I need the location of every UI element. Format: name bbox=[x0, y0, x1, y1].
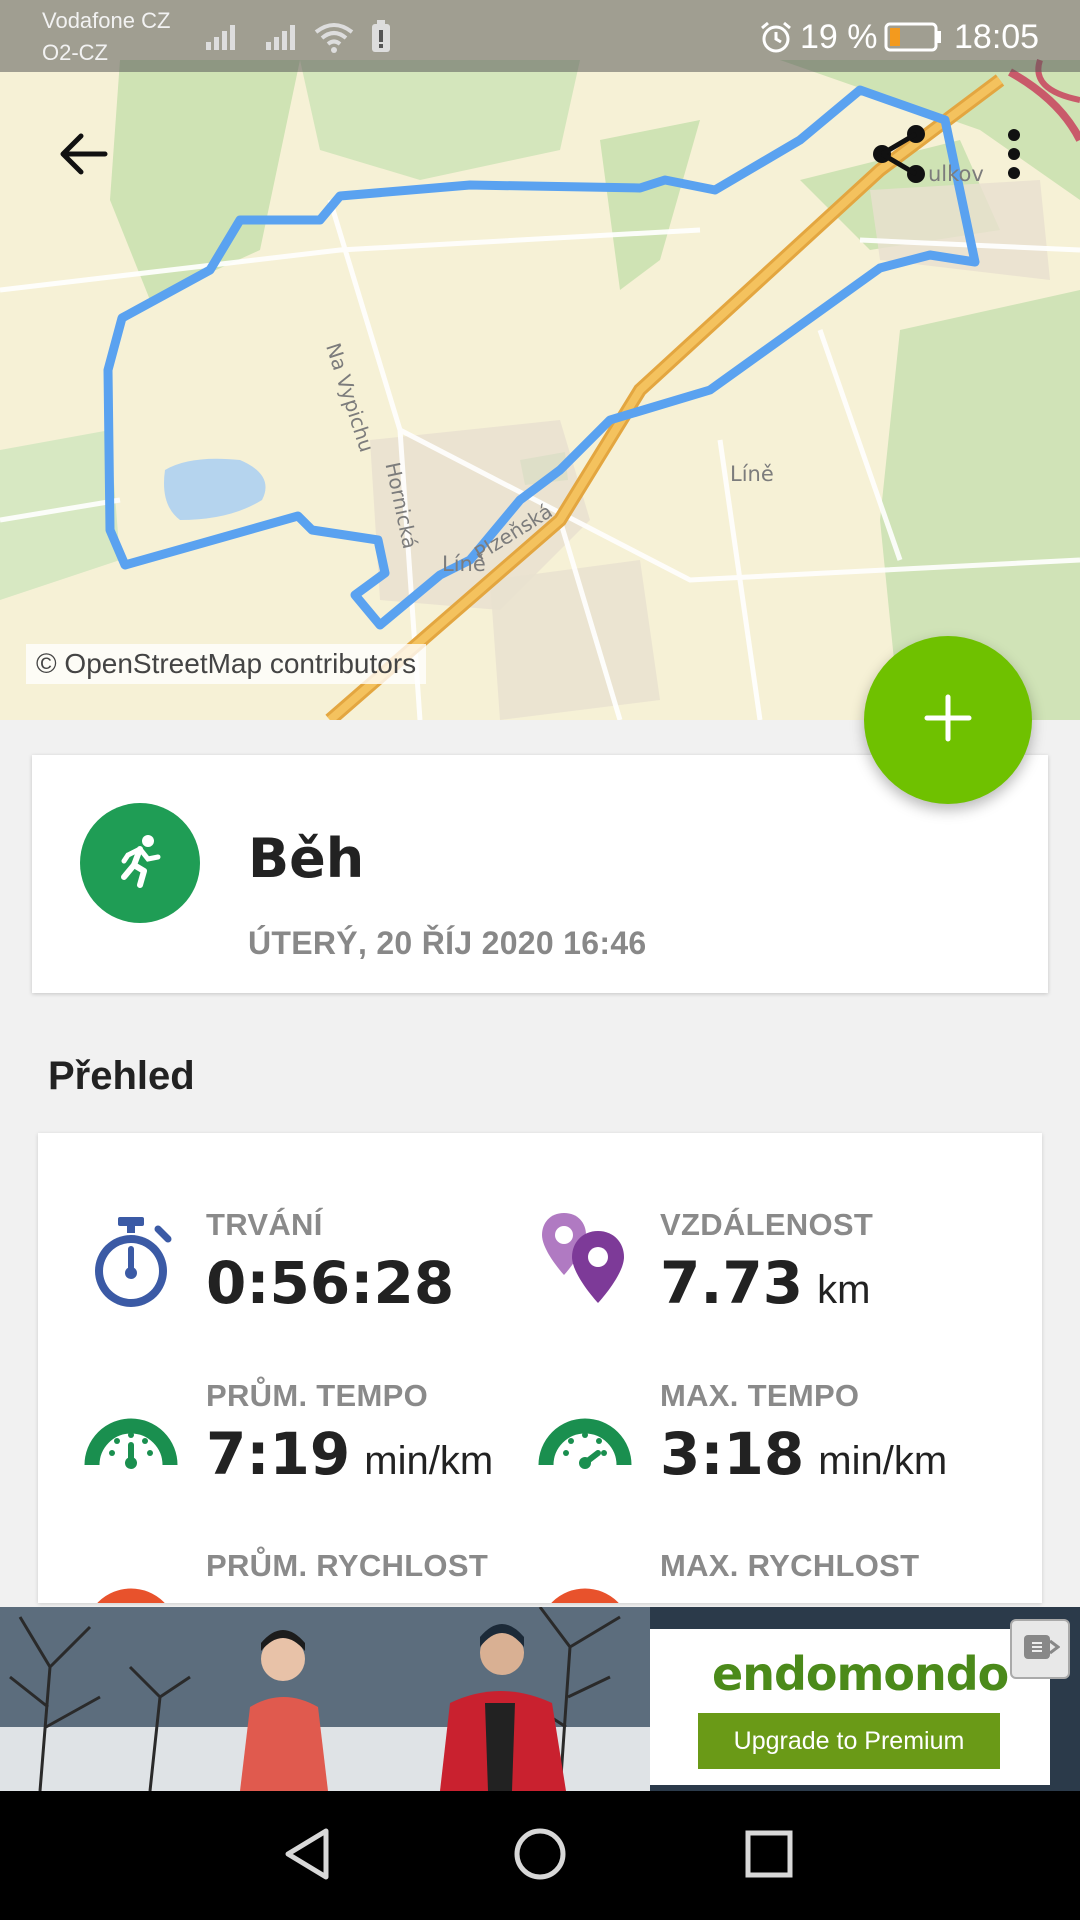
more-options-button[interactable] bbox=[982, 124, 1046, 188]
ad-close-button[interactable] bbox=[1010, 1619, 1070, 1679]
wifi-icon bbox=[312, 20, 356, 59]
ad-photo bbox=[0, 1607, 650, 1791]
running-icon bbox=[110, 831, 170, 896]
stopwatch-icon bbox=[88, 1213, 178, 1318]
share-icon bbox=[872, 124, 928, 189]
clock: 18:05 bbox=[954, 18, 1040, 56]
system-nav-bar bbox=[0, 1791, 1080, 1920]
overview-card: TRVÁNÍ 0:56:28 VZDÁLENOST 7.73 km PRŮM. T… bbox=[38, 1133, 1042, 1603]
nav-recents-button[interactable] bbox=[724, 1811, 814, 1901]
stat-unit: min/km bbox=[364, 1439, 494, 1483]
share-button[interactable] bbox=[868, 124, 932, 188]
map-label-village: Líně bbox=[442, 552, 486, 576]
battery-percent: 19 % bbox=[800, 18, 878, 56]
stat-label: VZDÁLENOST bbox=[660, 1207, 874, 1242]
nav-home-button[interactable] bbox=[495, 1811, 585, 1901]
speedometer-icon bbox=[84, 1401, 178, 1476]
ad-brand-logo: endomondo bbox=[712, 1647, 1009, 1701]
map-label-village: ulkov bbox=[928, 162, 984, 186]
location-pins-icon bbox=[540, 1209, 636, 1314]
battery-icon bbox=[884, 22, 942, 57]
stat-label: PRŮM. TEMPO bbox=[206, 1378, 429, 1413]
close-ad-icon bbox=[1020, 1629, 1061, 1670]
stat-value: 3:18 min/km bbox=[660, 1420, 947, 1488]
stat-label: PRŮM. RYCHLOST bbox=[206, 1548, 489, 1583]
battery-saver-icon bbox=[370, 20, 392, 59]
workout-date: ÚTERÝ, 20 ŘÍJ 2020 16:46 bbox=[248, 925, 647, 961]
ad-banner[interactable]: endomondo Upgrade to Premium bbox=[0, 1607, 1080, 1791]
stat-number: 7:19 bbox=[206, 1420, 351, 1488]
carrier-name: Vodafone CZ bbox=[42, 8, 171, 33]
nav-recents-icon bbox=[744, 1829, 794, 1884]
speedometer-icon bbox=[538, 1571, 632, 1603]
carrier-name: O2-CZ bbox=[42, 40, 108, 65]
add-button[interactable] bbox=[864, 636, 1032, 804]
ad-panel[interactable]: endomondo Upgrade to Premium bbox=[650, 1629, 1050, 1785]
section-title-overview: Přehled bbox=[48, 1054, 195, 1098]
signal-icon bbox=[264, 22, 304, 57]
stat-number: 7.73 bbox=[660, 1249, 804, 1317]
stat-unit: km bbox=[817, 1268, 871, 1312]
map-tiles bbox=[0, 59, 1080, 720]
map-label-village: Líně bbox=[730, 462, 774, 486]
stat-unit: min/km bbox=[818, 1439, 948, 1483]
sport-badge bbox=[80, 803, 200, 923]
alarm-icon bbox=[758, 20, 794, 59]
upgrade-premium-button[interactable]: Upgrade to Premium bbox=[698, 1713, 1000, 1769]
plus-icon bbox=[923, 693, 973, 748]
map-attribution[interactable]: © OpenStreetMap contributors bbox=[26, 644, 427, 684]
stat-value: 7:19 min/km bbox=[206, 1420, 493, 1488]
stat-value: 7.73 km bbox=[660, 1249, 870, 1317]
speedometer-icon bbox=[84, 1571, 178, 1603]
nav-back-button[interactable] bbox=[262, 1811, 352, 1901]
nav-home-icon bbox=[513, 1827, 567, 1886]
speedometer-icon bbox=[538, 1401, 632, 1476]
back-button[interactable] bbox=[52, 124, 116, 188]
arrow-left-icon bbox=[59, 132, 109, 181]
stat-label: MAX. TEMPO bbox=[660, 1378, 860, 1413]
stat-label: MAX. RYCHLOST bbox=[660, 1548, 920, 1583]
signal-icon bbox=[204, 22, 244, 57]
more-vert-icon bbox=[1006, 128, 1022, 184]
route-map[interactable]: Na Vypichu Hornická Plzeňská Líně Líně u… bbox=[0, 0, 1080, 720]
sport-name: Běh bbox=[248, 827, 365, 890]
workout-header-card[interactable]: Běh ÚTERÝ, 20 ŘÍJ 2020 16:46 bbox=[32, 755, 1048, 993]
nav-back-icon bbox=[282, 1827, 332, 1886]
stat-value: 0:56:28 bbox=[206, 1249, 455, 1317]
status-bar: Vodafone CZ O2-CZ 19 % 18:05 bbox=[0, 0, 1080, 72]
stat-label: TRVÁNÍ bbox=[206, 1207, 323, 1242]
stat-number: 3:18 bbox=[660, 1420, 805, 1488]
